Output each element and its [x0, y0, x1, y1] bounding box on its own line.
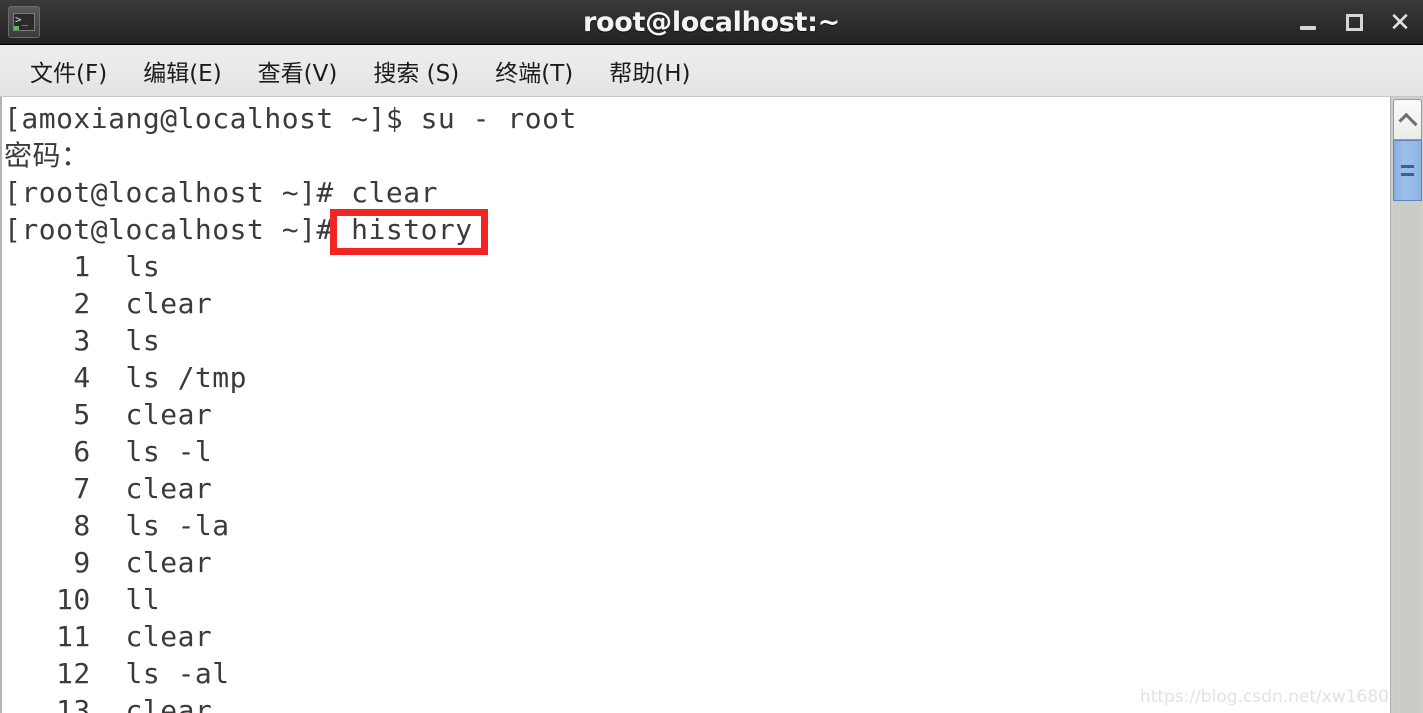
terminal-line: 11 clear	[4, 620, 213, 653]
window-title: root@localhost:~	[583, 6, 840, 38]
menu-bar: 文件(F) 编辑(E) 查看(V) 搜索 (S) 终端(T) 帮助(H)	[0, 45, 1423, 97]
terminal-line: [root@localhost ~]# clear	[4, 176, 438, 209]
terminal-line: 2 clear	[4, 287, 213, 320]
terminal-window: >_ root@localhost:~ ✕ 文件(F) 编辑(E) 查看(V) …	[0, 0, 1423, 713]
close-icon: ✕	[1389, 7, 1411, 38]
terminal-line: 8 ls -la	[4, 509, 230, 542]
grip-line	[1401, 173, 1414, 176]
menu-item-file[interactable]: 文件(F)	[16, 52, 121, 90]
terminal-line: [root@localhost ~]# history	[4, 213, 473, 246]
terminal-line: 7 clear	[4, 472, 213, 505]
terminal-line: 5 clear	[4, 398, 213, 431]
grip-line	[1401, 165, 1414, 168]
terminal-line: 12 ls -al	[4, 657, 230, 690]
chevron-up-icon	[1397, 112, 1418, 132]
terminal-line: 3 ls	[4, 324, 161, 357]
terminal-line: 1 ls	[4, 250, 161, 283]
terminal-line: 6 ls -l	[4, 435, 213, 468]
terminal-line: 9 clear	[4, 546, 213, 579]
minimize-button[interactable]	[1295, 10, 1321, 36]
menu-item-search[interactable]: 搜索 (S)	[359, 52, 473, 90]
menu-item-view[interactable]: 查看(V)	[244, 52, 352, 90]
scrollbar-track[interactable]	[1393, 201, 1422, 713]
terminal-line: 密码：	[4, 139, 90, 172]
vertical-scrollbar[interactable]	[1390, 97, 1423, 713]
terminal-line: [amoxiang@localhost ~]$ su - root	[4, 102, 577, 135]
title-bar: >_ root@localhost:~ ✕	[0, 0, 1423, 45]
close-button[interactable]: ✕	[1387, 10, 1413, 36]
terminal-line: 4 ls /tmp	[4, 361, 248, 394]
terminal-line: 13 clear	[4, 694, 213, 713]
menu-item-terminal[interactable]: 终端(T)	[481, 52, 587, 90]
scrollbar-thumb[interactable]	[1393, 140, 1422, 201]
maximize-button[interactable]	[1341, 10, 1367, 36]
minimize-icon	[1300, 25, 1316, 30]
window-controls: ✕	[1295, 0, 1413, 45]
terminal-output[interactable]: [amoxiang@localhost ~]$ su - root 密码： [r…	[2, 97, 1392, 713]
terminal-line: 10 ll	[4, 583, 161, 616]
maximize-icon	[1345, 14, 1363, 31]
scroll-up-button[interactable]	[1393, 99, 1422, 140]
menu-item-help[interactable]: 帮助(H)	[595, 52, 704, 90]
terminal-frame: [amoxiang@localhost ~]$ su - root 密码： [r…	[0, 97, 1423, 713]
menu-item-edit[interactable]: 编辑(E)	[129, 52, 235, 90]
